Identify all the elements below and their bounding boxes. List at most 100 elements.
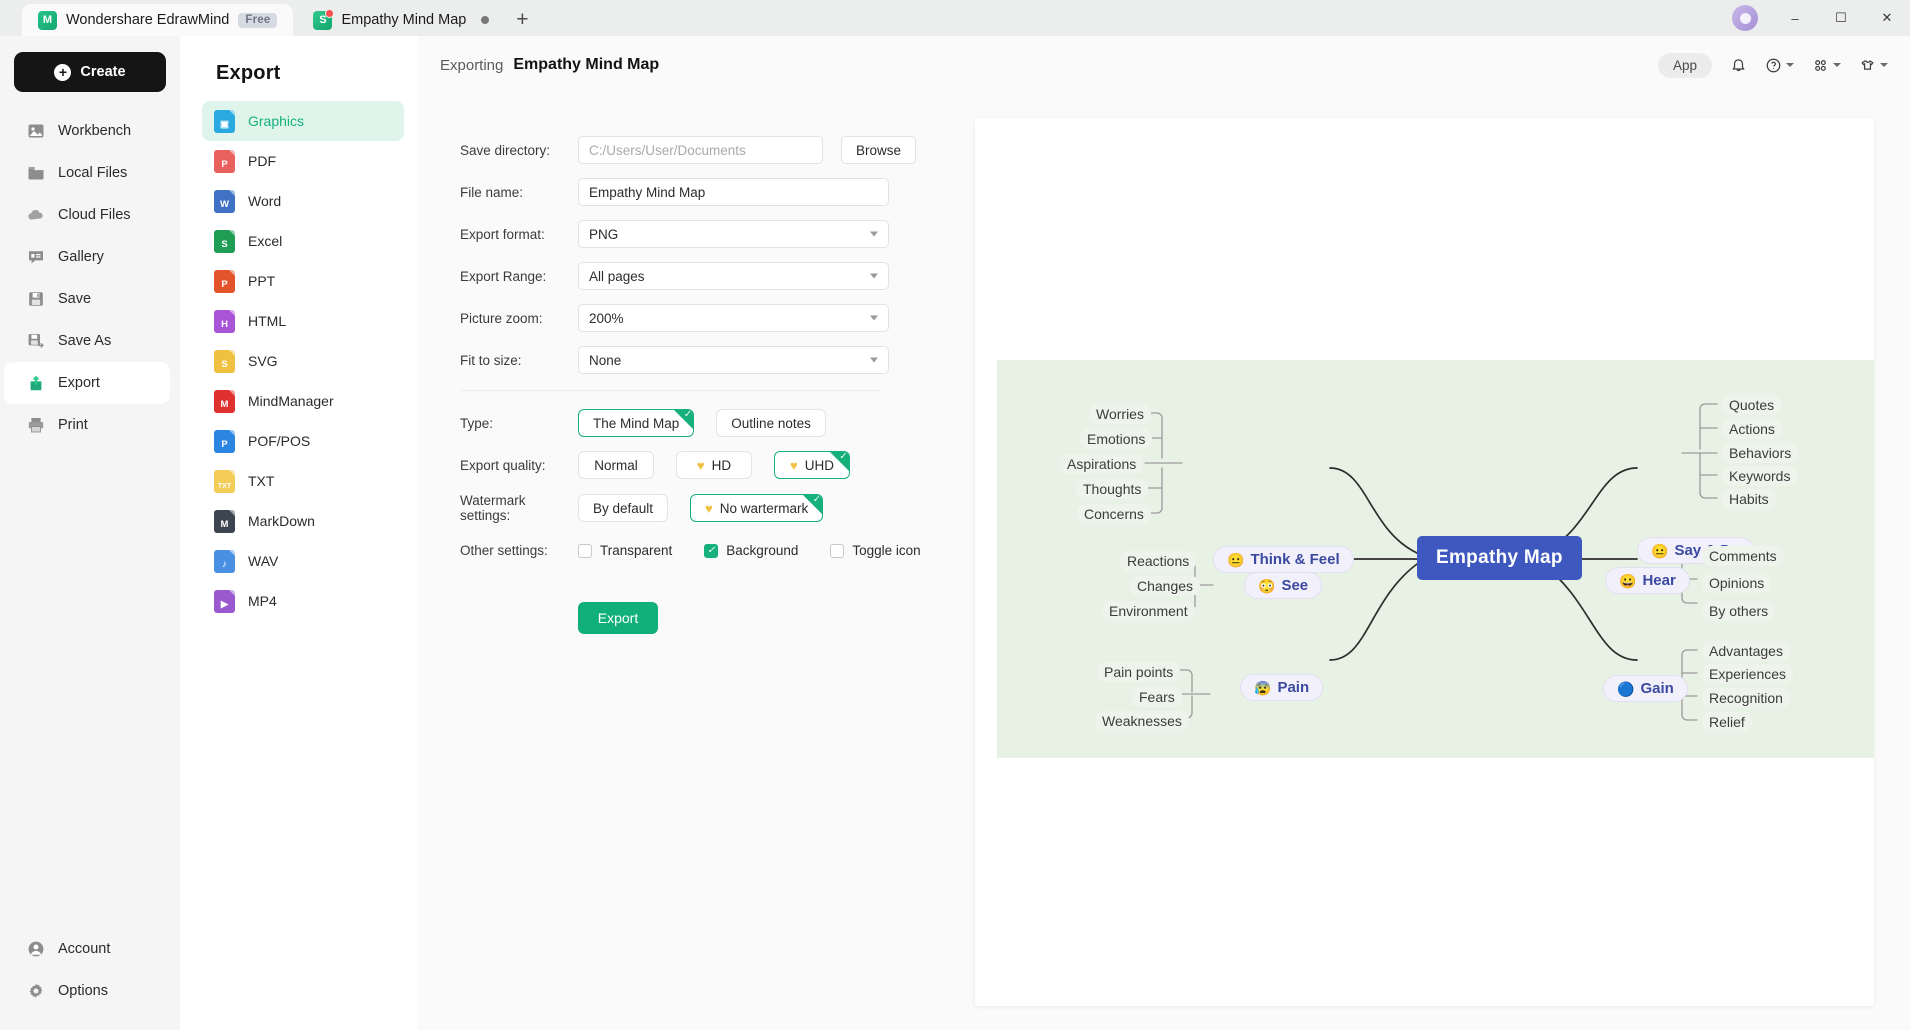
mindmap-leaf[interactable]: Reactions bbox=[1120, 551, 1197, 571]
sidebar-item-gallery[interactable]: Gallery bbox=[0, 236, 180, 278]
chevron-down-icon bbox=[870, 273, 878, 279]
mindmap-branch-pain[interactable]: 😰 Pain bbox=[1240, 674, 1324, 701]
mindmap-leaf[interactable]: Quotes bbox=[1722, 395, 1782, 415]
save-directory-input[interactable]: C:/Users/User/Documents bbox=[578, 136, 823, 164]
sidebar-item-cloud-files[interactable]: Cloud Files bbox=[0, 194, 180, 236]
preview-canvas[interactable]: Empathy Map 😐 Think & Feel Worries Emoti… bbox=[975, 118, 1874, 1006]
export-range-select[interactable]: All pages bbox=[578, 262, 889, 290]
export-format-select[interactable]: PNG bbox=[578, 220, 889, 248]
mindmap-leaf[interactable]: Thoughts bbox=[1076, 479, 1149, 499]
format-item-svg[interactable]: S SVG bbox=[202, 341, 404, 381]
format-item-pof-pos[interactable]: P POF/POS bbox=[202, 421, 404, 461]
format-item-label: POF/POS bbox=[248, 433, 311, 449]
mindmap-leaf[interactable]: Opinions bbox=[1702, 573, 1772, 593]
watermark-option-default[interactable]: By default bbox=[578, 494, 669, 522]
apps-grid-icon[interactable] bbox=[1812, 57, 1841, 74]
checkbox-transparent[interactable]: Transparent bbox=[578, 543, 672, 558]
mindmap-leaf[interactable]: Weaknesses bbox=[1095, 711, 1189, 731]
sidebar-item-save-as[interactable]: Save As bbox=[0, 320, 180, 362]
mindmap-leaf[interactable]: Behaviors bbox=[1722, 443, 1799, 463]
mindmap-branch-see[interactable]: 😳 See bbox=[1244, 572, 1323, 599]
minimize-button[interactable]: – bbox=[1772, 0, 1818, 36]
chevron-down-icon bbox=[870, 315, 878, 321]
format-item-mindmanager[interactable]: M MindManager bbox=[202, 381, 404, 421]
export-button[interactable]: Export bbox=[578, 602, 658, 634]
fit-to-size-select[interactable]: None bbox=[578, 346, 889, 374]
close-button[interactable]: ✕ bbox=[1864, 0, 1910, 36]
theme-shirt-icon[interactable] bbox=[1859, 57, 1888, 74]
mindmap-branch-think-and-feel[interactable]: 😐 Think & Feel bbox=[1213, 546, 1354, 573]
format-item-html[interactable]: H HTML bbox=[202, 301, 404, 341]
file-name-input[interactable]: Empathy Mind Map bbox=[578, 178, 889, 206]
mindmap-branch-gain[interactable]: 🔵 Gain bbox=[1603, 675, 1688, 702]
mindmap-leaf[interactable]: By others bbox=[1702, 601, 1776, 621]
markdown-file-icon: M bbox=[214, 509, 235, 533]
sidebar-item-workbench[interactable]: Workbench bbox=[0, 110, 180, 152]
format-item-graphics[interactable]: ▣ Graphics bbox=[202, 101, 404, 141]
export-format-value: PNG bbox=[589, 226, 619, 242]
create-button-label: Create bbox=[80, 64, 126, 80]
mindmap-leaf[interactable]: Actions bbox=[1722, 419, 1782, 439]
bell-icon[interactable] bbox=[1730, 57, 1747, 74]
format-item-pdf[interactable]: P PDF bbox=[202, 141, 404, 181]
app-button[interactable]: App bbox=[1657, 52, 1712, 78]
see-emoji-icon: 😳 bbox=[1258, 577, 1276, 594]
watermark-option-none-label: No wartermark bbox=[719, 500, 809, 516]
mindmap-leaf[interactable]: Experiences bbox=[1702, 664, 1794, 684]
quality-option-hd[interactable]: ♥ HD bbox=[676, 451, 752, 479]
mindmap-doc-icon: S bbox=[313, 8, 335, 30]
svg-file-icon: S bbox=[214, 349, 235, 373]
mindmap-leaf[interactable]: Emotions bbox=[1080, 429, 1153, 449]
format-item-txt[interactable]: TXT TXT bbox=[202, 461, 404, 501]
mindmap-leaf[interactable]: Relief bbox=[1702, 712, 1752, 732]
sidebar-item-label: Cloud Files bbox=[58, 207, 131, 223]
mindmap-leaf[interactable]: Habits bbox=[1722, 489, 1776, 509]
mindmap-leaf[interactable]: Environment bbox=[1102, 601, 1195, 621]
format-item-markdown[interactable]: M MarkDown bbox=[202, 501, 404, 541]
mindmap-leaf[interactable]: Aspirations bbox=[1060, 454, 1144, 474]
graphics-file-icon: ▣ bbox=[214, 109, 235, 133]
mindmap-leaf[interactable]: Recognition bbox=[1702, 688, 1790, 708]
checkbox-background[interactable]: ✓ Background bbox=[704, 543, 798, 558]
tab-app[interactable]: M Wondershare EdrawMind Free bbox=[22, 4, 294, 36]
mindmap-leaf[interactable]: Concerns bbox=[1077, 504, 1151, 524]
mindmap-branch-hear[interactable]: 😀 Hear bbox=[1605, 567, 1690, 594]
mindmap-leaf[interactable]: Comments bbox=[1702, 546, 1784, 566]
mindmap-leaf[interactable]: Keywords bbox=[1722, 466, 1798, 486]
sidebar-item-save[interactable]: Save bbox=[0, 278, 180, 320]
help-icon[interactable] bbox=[1765, 57, 1794, 74]
maximize-button[interactable]: ☐ bbox=[1818, 0, 1864, 36]
txt-file-icon: TXT bbox=[214, 469, 235, 493]
mindmap-leaf[interactable]: Fears bbox=[1132, 687, 1182, 707]
picture-zoom-select[interactable]: 200% bbox=[578, 304, 889, 332]
mindmap-leaf[interactable]: Changes bbox=[1130, 576, 1201, 596]
sidebar-item-account[interactable]: Account bbox=[0, 928, 180, 970]
type-option-mind-map[interactable]: The Mind Map bbox=[578, 409, 695, 437]
format-item-wav[interactable]: ♪ WAV bbox=[202, 541, 404, 581]
row-picture-zoom: Picture zoom: 200% bbox=[460, 304, 963, 332]
avatar[interactable] bbox=[1732, 5, 1758, 31]
format-item-excel[interactable]: S Excel bbox=[202, 221, 404, 261]
create-button[interactable]: + Create bbox=[14, 52, 166, 92]
mindmap-leaf[interactable]: Worries bbox=[1089, 404, 1151, 424]
tab-document[interactable]: S Empathy Mind Map bbox=[297, 4, 506, 36]
new-tab-button[interactable]: + bbox=[505, 4, 539, 36]
format-item-word[interactable]: W Word bbox=[202, 181, 404, 221]
sidebar-item-local-files[interactable]: Local Files bbox=[0, 152, 180, 194]
mp4-file-icon: ▶ bbox=[214, 589, 235, 613]
format-item-ppt[interactable]: P PPT bbox=[202, 261, 404, 301]
mindmap-leaf[interactable]: Pain points bbox=[1097, 662, 1181, 682]
quality-option-normal[interactable]: Normal bbox=[578, 451, 654, 479]
checkbox-toggle-icon[interactable]: Toggle icon bbox=[830, 543, 921, 558]
workbench-icon bbox=[26, 122, 45, 141]
sidebar-item-export[interactable]: Export bbox=[4, 362, 170, 404]
sidebar-item-options[interactable]: Options bbox=[0, 970, 180, 1012]
format-item-mp4[interactable]: ▶ MP4 bbox=[202, 581, 404, 621]
sidebar-item-print[interactable]: Print bbox=[0, 404, 180, 446]
mindmap-root-node[interactable]: Empathy Map bbox=[1417, 536, 1582, 580]
quality-option-uhd[interactable]: ♥ UHD bbox=[774, 451, 850, 479]
type-option-outline-notes[interactable]: Outline notes bbox=[716, 409, 826, 437]
mindmap-leaf[interactable]: Advantages bbox=[1702, 641, 1790, 661]
watermark-option-none[interactable]: ♥ No wartermark bbox=[690, 494, 824, 522]
browse-button[interactable]: Browse bbox=[841, 136, 917, 164]
